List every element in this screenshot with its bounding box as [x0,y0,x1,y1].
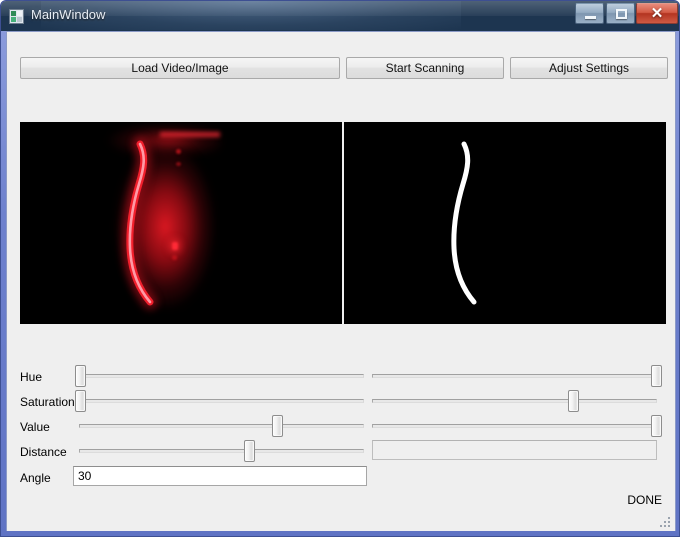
slider-track-value-max[interactable] [372,424,657,428]
slider-label-distance: Distance [20,445,67,459]
client-area: Load Video/Image Start Scanning Adjust S… [6,31,676,531]
slider-track-value-min[interactable] [79,424,364,428]
slider-track-saturation-max[interactable] [372,399,657,403]
adjust-settings-button[interactable]: Adjust Settings [510,57,668,79]
load-video-image-button[interactable]: Load Video/Image [20,57,340,79]
slider-track-saturation-min[interactable] [79,399,364,403]
source-video-preview[interactable] [20,122,342,324]
maximize-icon [616,9,627,19]
angle-label: Angle [20,471,51,485]
title-bar[interactable]: MainWindow ✕ [1,1,679,31]
close-button[interactable]: ✕ [636,3,678,24]
slider-track-hue-min[interactable] [79,374,364,378]
minimize-icon [585,16,596,19]
angle-input[interactable]: 30 [73,466,367,486]
slider-label-saturation: Saturation [20,395,75,409]
maximize-button[interactable] [606,3,635,24]
close-icon: ✕ [650,6,664,22]
slider-handle-hue-max[interactable] [651,365,662,387]
slider-handle-value-min[interactable] [272,415,283,437]
status-done-label: DONE [627,493,662,507]
main-window: MainWindow ✕ Load Video/Image Start Scan… [0,0,680,537]
threshold-mask-graphic [451,141,477,305]
start-scanning-button[interactable]: Start Scanning [346,57,504,79]
minimize-button[interactable] [575,3,604,24]
app-window-icon[interactable] [9,9,24,24]
slider-handle-value-max[interactable] [651,415,662,437]
slider-handle-distance[interactable] [244,440,255,462]
slider-handle-hue-min[interactable] [75,365,86,387]
laser-line-graphic [122,136,158,310]
slider-label-hue: Hue [20,370,43,384]
slider-track-hue-max[interactable] [372,374,657,378]
distance-secondary-field[interactable] [372,440,657,460]
slider-label-value: Value [20,420,50,434]
slider-track-distance[interactable] [79,449,364,453]
window-title: MainWindow [31,7,106,22]
slider-handle-saturation-min[interactable] [75,390,86,412]
threshold-mask-preview[interactable] [344,122,666,324]
slider-handle-saturation-max[interactable] [568,390,579,412]
resize-grip[interactable] [659,516,672,529]
